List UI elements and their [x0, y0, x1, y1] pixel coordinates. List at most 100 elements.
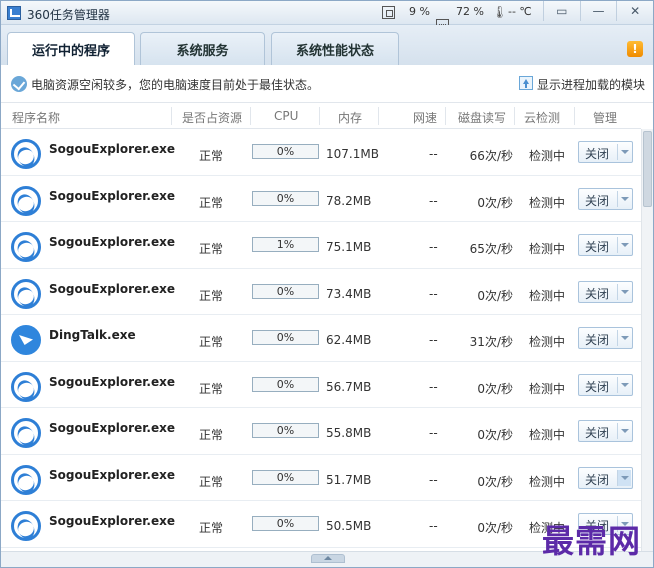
cloud-check: 检测中 — [529, 335, 566, 349]
close-process-button[interactable]: 关闭 — [578, 327, 633, 349]
process-name: SogouExplorer.exe — [49, 188, 175, 203]
cpu-usage-bar: 0% — [252, 469, 319, 485]
resource-status: 正常 — [199, 381, 224, 396]
col-cpu[interactable]: CPU — [274, 109, 298, 123]
process-name: SogouExplorer.exe — [49, 142, 175, 156]
process-row[interactable]: SogouExplorer.exe 正常 0% 107.1MB -- 66次/秒… — [1, 129, 641, 176]
col-disk[interactable]: 磁盘读写 — [458, 109, 506, 126]
column-divider — [319, 107, 320, 125]
main-content: 电脑资源空闲较多，您的电脑速度目前处于最佳状态。 显示进程加载的模块 程序名称 … — [1, 65, 653, 567]
process-name: SogouExplorer.exe — [49, 281, 175, 296]
close-button-label: 关闭 — [585, 240, 610, 254]
close-process-button[interactable]: 关闭 — [578, 466, 633, 489]
vertical-scrollbar[interactable] — [641, 129, 653, 559]
task-manager-window: 360任务管理器 9 % 72 % 🌡 -- ℃ ▭ — ✕ 运行中的程序 系统… — [0, 0, 654, 568]
chevron-down-icon[interactable] — [617, 376, 631, 393]
notification-icon[interactable]: ! — [627, 41, 643, 57]
disk-io: 0次/秒 — [477, 521, 513, 535]
disk-io: 31次/秒 — [469, 335, 513, 349]
memory-usage: 51.7MB — [326, 472, 372, 487]
process-row[interactable]: SogouExplorer.exe 正常 0% 55.8MB -- 0次/秒 检… — [1, 408, 641, 455]
process-row[interactable]: DingTalk.exe 正常 0% 62.4MB -- 31次/秒 检测中 关… — [1, 315, 641, 362]
resource-status: 正常 — [199, 335, 224, 349]
process-row[interactable]: SogouExplorer.exe 正常 1% 75.1MB -- 65次/秒 … — [1, 222, 641, 269]
chevron-down-icon[interactable] — [617, 423, 631, 439]
chevron-down-icon[interactable] — [617, 190, 631, 207]
close-process-button[interactable]: 关闭 — [578, 187, 633, 210]
col-memory[interactable]: 内存 — [338, 109, 362, 126]
tab-performance[interactable]: 系统性能状态 — [271, 32, 399, 65]
column-divider — [378, 107, 379, 125]
process-row[interactable]: SogouExplorer.exe 正常 0% 56.7MB -- 0次/秒 检… — [1, 362, 641, 408]
resource-status: 正常 — [199, 474, 224, 489]
close-button-label: 关闭 — [585, 193, 610, 208]
close-button-label: 关闭 — [585, 472, 610, 487]
disk-io: 65次/秒 — [469, 242, 513, 256]
network-speed: -- — [429, 379, 438, 394]
process-row[interactable]: SogouExplorer.exe 正常 0% 73.4MB -- 0次/秒 检… — [1, 269, 641, 315]
close-process-button[interactable]: 关闭 — [578, 280, 633, 303]
sogou-explorer-icon — [11, 464, 41, 495]
close-process-button[interactable]: 关闭 — [578, 141, 633, 163]
close-process-button[interactable]: 关闭 — [578, 234, 633, 256]
cpu-usage-bar: 0% — [252, 516, 319, 531]
process-list: SogouExplorer.exe 正常 0% 107.1MB -- 66次/秒… — [1, 129, 641, 559]
process-name: SogouExplorer.exe — [49, 421, 175, 435]
process-name: SogouExplorer.exe — [49, 235, 175, 249]
cpu-usage-bar: 0% — [252, 330, 319, 345]
close-button-label: 关闭 — [585, 333, 610, 347]
resource-status: 正常 — [199, 195, 224, 210]
process-name: DingTalk.exe — [49, 328, 136, 342]
process-row[interactable]: SogouExplorer.exe 正常 0% 51.7MB -- 0次/秒 检… — [1, 455, 641, 501]
process-name: SogouExplorer.exe — [49, 374, 175, 389]
thermometer-icon: 🌡 — [492, 5, 508, 19]
memory-usage: 55.8MB — [326, 426, 372, 440]
disk-io: 66次/秒 — [469, 149, 513, 163]
chevron-down-icon[interactable] — [617, 237, 631, 253]
temperature: -- ℃ — [508, 5, 532, 18]
close-button-label: 关闭 — [585, 426, 610, 440]
close-process-button[interactable]: 关闭 — [578, 420, 633, 442]
chevron-down-icon[interactable] — [617, 330, 631, 346]
network-speed: -- — [429, 240, 438, 254]
cpu-usage-bar: 0% — [252, 190, 319, 206]
network-speed: -- — [429, 286, 438, 301]
tab-running-programs[interactable]: 运行中的程序 — [7, 32, 135, 65]
chevron-down-icon[interactable] — [617, 469, 631, 486]
resource-status: 正常 — [199, 242, 224, 256]
disk-io: 0次/秒 — [477, 195, 513, 210]
scroll-thumb[interactable] — [643, 131, 652, 207]
show-modules-link[interactable]: 显示进程加载的模块 — [537, 76, 645, 93]
resource-status: 正常 — [199, 149, 224, 163]
cloud-check: 检测中 — [529, 474, 566, 489]
tab-system-services[interactable]: 系统服务 — [140, 32, 265, 65]
cpu-usage: 9 % — [409, 5, 430, 18]
col-name[interactable]: 程序名称 — [12, 109, 60, 126]
col-network[interactable]: 网速 — [413, 109, 437, 126]
process-name: SogouExplorer.exe — [49, 514, 175, 528]
dingtalk-icon — [11, 325, 41, 355]
window-controls: ▭ — ✕ — [543, 1, 653, 21]
title-bar[interactable]: 360任务管理器 9 % 72 % 🌡 -- ℃ ▭ — ✕ — [1, 1, 653, 32]
restore-button[interactable]: ▭ — [543, 1, 580, 21]
memory-usage: 73.4MB — [326, 286, 372, 301]
network-speed: -- — [429, 193, 438, 208]
sogou-explorer-icon — [11, 185, 41, 216]
close-process-button[interactable]: 关闭 — [578, 373, 633, 396]
cpu-usage-bar: 0% — [252, 144, 319, 159]
minimize-button[interactable]: — — [579, 1, 617, 21]
watermark: 最需网 — [542, 522, 642, 560]
sogou-explorer-icon — [11, 371, 41, 402]
close-window-button[interactable]: ✕ — [616, 1, 653, 21]
collapse-handle[interactable] — [311, 554, 345, 563]
chevron-down-icon[interactable] — [617, 144, 631, 160]
process-row[interactable]: SogouExplorer.exe 正常 0% 78.2MB -- 0次/秒 检… — [1, 176, 641, 222]
column-divider — [445, 107, 446, 125]
network-speed: -- — [429, 426, 438, 440]
col-cloud[interactable]: 云检测 — [524, 109, 560, 126]
cpu-usage-bar: 0% — [252, 283, 319, 299]
chevron-down-icon[interactable] — [617, 283, 631, 300]
cloud-check: 检测中 — [529, 381, 566, 396]
memory-usage: 78.2MB — [326, 193, 372, 208]
col-resource[interactable]: 是否占资源 — [182, 109, 242, 126]
